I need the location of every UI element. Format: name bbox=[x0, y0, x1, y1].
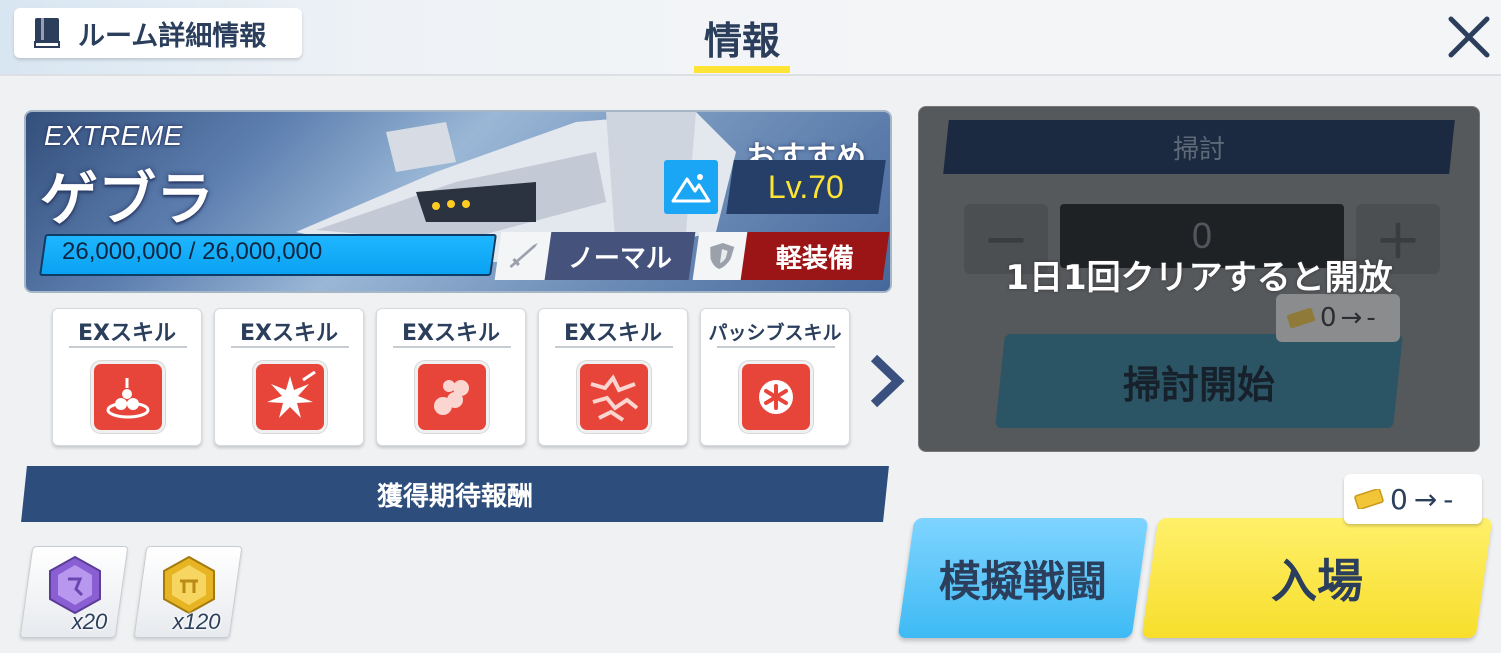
enter-button[interactable]: 入場 bbox=[1141, 518, 1493, 638]
skill-card-ex-4[interactable]: EXスキル bbox=[538, 308, 688, 446]
mock-battle-button[interactable]: 模擬戦闘 bbox=[897, 518, 1149, 638]
skill-divider bbox=[393, 346, 511, 348]
rewards-banner: 獲得期待報酬 bbox=[21, 466, 889, 522]
page-title: 情報 bbox=[703, 19, 780, 63]
sword-icon bbox=[494, 232, 552, 280]
skill-label: EXスキル bbox=[240, 321, 338, 346]
skill-card-passive[interactable]: パッシブスキル bbox=[700, 308, 850, 446]
passive-skill-gear-icon bbox=[739, 361, 813, 433]
ticket-icon bbox=[1286, 308, 1316, 328]
gold-gem-icon bbox=[162, 555, 215, 615]
sweep-cost-value: 0 bbox=[1320, 303, 1337, 333]
skill-card-ex-3[interactable]: EXスキル bbox=[376, 308, 526, 446]
ex-skill-bomb-icon bbox=[91, 361, 165, 433]
skill-divider bbox=[69, 346, 187, 348]
boss-name: ゲブラ bbox=[40, 165, 215, 233]
attack-type-badge: ノーマル bbox=[544, 232, 696, 280]
room-detail-label: ルーム詳細情報 bbox=[78, 20, 267, 52]
sweep-title: 掃討 bbox=[1172, 134, 1225, 165]
rewards-title: 獲得期待報酬 bbox=[376, 481, 533, 512]
sweep-start-button[interactable]: 掃討開始 bbox=[995, 334, 1403, 428]
ex-skill-blast-icon bbox=[253, 361, 327, 433]
attack-type-label: ノーマル bbox=[567, 243, 672, 274]
close-icon bbox=[1448, 16, 1490, 58]
entry-cost-value: 0 bbox=[1390, 482, 1408, 516]
sweep-ticket-cost: 0 → - bbox=[1276, 294, 1400, 342]
arrow-right-icon: → bbox=[1340, 303, 1363, 333]
arrow-right-icon: → bbox=[1413, 482, 1438, 516]
close-button[interactable] bbox=[1442, 10, 1496, 64]
skill-divider bbox=[231, 346, 349, 348]
entry-ticket-cost: 0 → - bbox=[1344, 474, 1482, 524]
chevron-right-icon bbox=[870, 354, 905, 408]
reward-item-gold[interactable]: x120 bbox=[133, 546, 243, 638]
sweep-lock-message: 1日1回クリアすると開放 bbox=[1005, 258, 1393, 298]
sweep-title-bar: 掃討 bbox=[943, 120, 1455, 174]
sweep-start-label: 掃討開始 bbox=[1122, 362, 1275, 407]
skill-label: パッシブスキル bbox=[708, 322, 842, 344]
skill-label: EXスキル bbox=[78, 321, 176, 346]
sweep-cost-after: - bbox=[1366, 303, 1376, 333]
skill-divider bbox=[555, 346, 673, 348]
ex-skill-smoke-icon bbox=[415, 361, 489, 433]
boss-card: EXTREME ゲブラ おすすめ Lv.70 26,000,000 / 26,0… bbox=[24, 110, 892, 293]
ticket-icon bbox=[1354, 489, 1384, 509]
armor-type-badge: 軽装備 bbox=[740, 232, 890, 280]
skill-card-ex-1[interactable]: EXスキル bbox=[52, 308, 202, 446]
skill-card-ex-2[interactable]: EXスキル bbox=[214, 308, 364, 446]
skill-label: EXスキル bbox=[402, 321, 500, 346]
level-text: Lv.70 bbox=[768, 168, 844, 205]
recommended-level: Lv.70 bbox=[726, 160, 886, 214]
skill-divider bbox=[717, 346, 835, 348]
hp-text: 26,000,000 / 26,000,000 bbox=[62, 238, 323, 265]
purple-gem-icon bbox=[48, 555, 101, 615]
entry-cost-after: - bbox=[1443, 482, 1454, 516]
next-skill-button[interactable] bbox=[866, 352, 906, 410]
reward-count: x120 bbox=[173, 609, 221, 634]
mock-battle-label: 模擬戦闘 bbox=[938, 556, 1107, 606]
room-detail-button[interactable]: ルーム詳細情報 bbox=[14, 8, 302, 58]
tab-underline bbox=[694, 66, 790, 73]
skill-label: EXスキル bbox=[564, 321, 662, 346]
terrain-outdoor-icon bbox=[664, 160, 718, 214]
enter-label: 入場 bbox=[1271, 554, 1363, 608]
book-icon bbox=[34, 18, 60, 48]
reward-item-purple[interactable]: x20 bbox=[19, 546, 129, 638]
ex-skill-crack-icon bbox=[577, 361, 651, 433]
reward-count: x20 bbox=[71, 609, 107, 634]
armor-type-label: 軽装備 bbox=[775, 243, 854, 274]
boss-difficulty: EXTREME bbox=[44, 120, 183, 151]
